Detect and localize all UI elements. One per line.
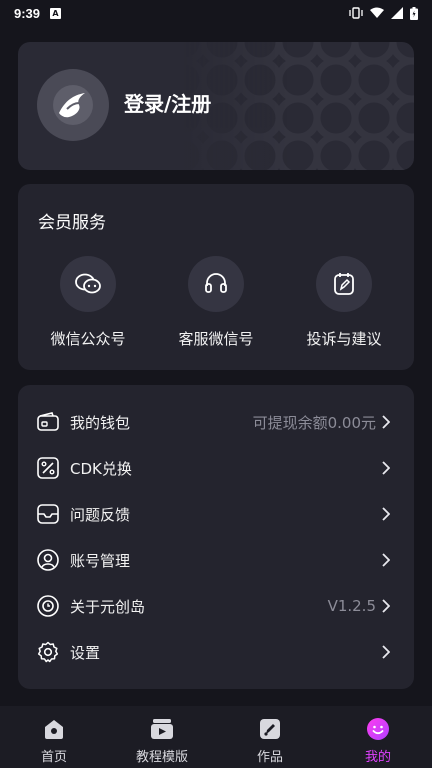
menu-item-about[interactable]: 关于元创岛 V1.2.5	[18, 583, 414, 629]
logo-icon	[53, 85, 93, 125]
menu-label: 问题反馈	[70, 505, 131, 524]
video-template-icon	[149, 716, 175, 742]
menu-card: 我的钱包 可提现余额0.00元 CDK兑换 问题反馈 账号管理 关于元创岛 V1…	[18, 385, 414, 689]
service-wechat-official[interactable]: 微信公众号	[18, 256, 158, 349]
works-icon	[257, 716, 283, 742]
signal-icon	[391, 7, 403, 19]
home-icon	[41, 716, 67, 742]
menu-item-feedback[interactable]: 问题反馈	[18, 491, 414, 537]
menu-label: 关于元创岛	[70, 597, 146, 616]
nav-tutorial-templates[interactable]: 教程模版	[112, 716, 212, 765]
inbox-icon	[36, 502, 60, 526]
bottom-nav: 首页 教程模版 作品 我的	[0, 706, 432, 768]
clock-info-icon	[36, 594, 60, 618]
service-label: 投诉与建议	[306, 330, 382, 348]
login-register-link[interactable]: 登录/注册	[124, 88, 211, 117]
menu-label: 设置	[70, 643, 101, 662]
nav-label: 首页	[40, 750, 67, 765]
gear-icon	[36, 640, 60, 664]
profile-smile-icon	[365, 716, 391, 742]
nav-label: 教程模版	[135, 750, 188, 765]
menu-value: 可提现余额0.00元	[252, 413, 376, 432]
login-card[interactable]: 登录/注册	[18, 42, 414, 170]
version-value: V1.2.5	[327, 597, 376, 615]
chevron-right-icon	[382, 461, 394, 475]
chevron-right-icon	[382, 599, 394, 613]
menu-label: 我的钱包	[70, 413, 131, 432]
status-bar: 9:39 A	[0, 0, 432, 26]
headset-icon	[188, 256, 244, 312]
section-title: 会员服务	[38, 213, 106, 233]
feedback-edit-icon	[316, 256, 372, 312]
service-customer-wechat[interactable]: 客服微信号	[146, 256, 286, 349]
wifi-icon	[370, 7, 384, 19]
battery-icon	[410, 6, 418, 20]
menu-item-settings[interactable]: 设置	[18, 629, 414, 675]
nav-label: 作品	[256, 750, 283, 765]
chevron-right-icon	[382, 553, 394, 567]
service-label: 微信公众号	[50, 330, 126, 348]
wallet-icon	[36, 410, 60, 434]
nav-home[interactable]: 首页	[4, 716, 104, 765]
member-services-card: 会员服务 微信公众号 客服微信号 投诉与建议	[18, 184, 414, 370]
user-icon	[36, 548, 60, 572]
status-icons	[349, 6, 418, 20]
decorative-pattern	[184, 42, 414, 170]
menu-label: CDK兑换	[70, 459, 132, 478]
chevron-right-icon	[382, 507, 394, 521]
nav-works[interactable]: 作品	[220, 716, 320, 765]
avatar[interactable]	[37, 69, 109, 141]
menu-label: 账号管理	[70, 551, 131, 570]
notification-app-icon: A	[50, 7, 62, 19]
vibrate-icon	[349, 7, 363, 19]
menu-item-cdk[interactable]: CDK兑换	[18, 445, 414, 491]
nav-mine[interactable]: 我的	[328, 716, 428, 765]
chevron-right-icon	[382, 415, 394, 429]
nav-label: 我的	[364, 750, 391, 765]
service-label: 客服微信号	[178, 330, 254, 348]
percent-coupon-icon	[36, 456, 60, 480]
wechat-icon	[60, 256, 116, 312]
menu-item-account[interactable]: 账号管理	[18, 537, 414, 583]
chevron-right-icon	[382, 645, 394, 659]
menu-item-wallet[interactable]: 我的钱包 可提现余额0.00元	[18, 399, 414, 445]
service-complaints[interactable]: 投诉与建议	[274, 256, 414, 349]
status-time: 9:39	[14, 5, 41, 21]
